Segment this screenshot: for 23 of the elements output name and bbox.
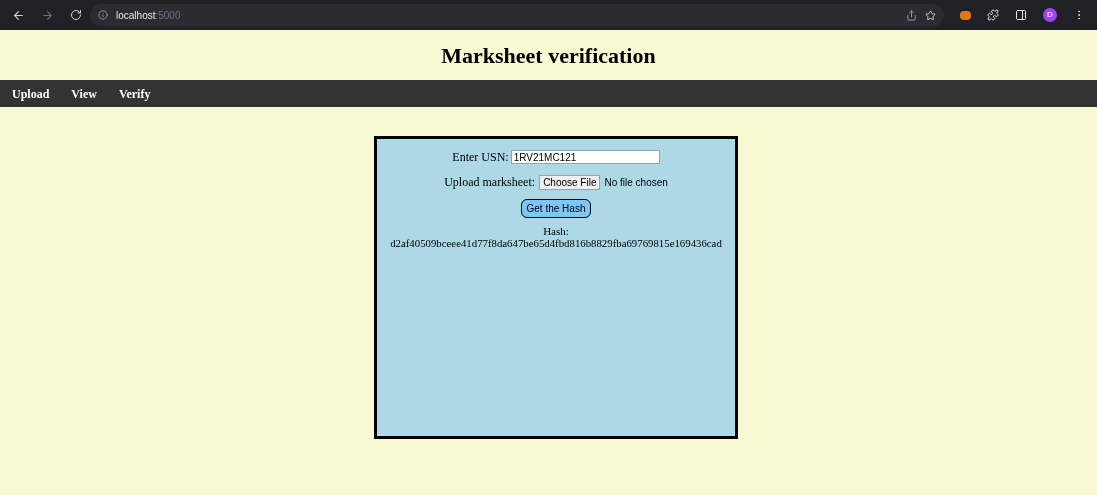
url-text: localhost:5000 [116, 8, 181, 23]
bookmark-icon[interactable] [925, 9, 936, 21]
upload-label: Upload marksheet: [444, 174, 536, 191]
back-icon[interactable] [12, 8, 25, 22]
hash-label: Hash: [543, 226, 569, 237]
share-icon[interactable] [906, 9, 917, 21]
extensions-icon[interactable] [987, 9, 999, 21]
forward-icon[interactable] [41, 8, 54, 22]
reload-icon[interactable] [70, 9, 82, 21]
nav-link[interactable]: View [71, 84, 97, 103]
nav-link[interactable]: Upload [12, 84, 50, 103]
info-icon[interactable] [98, 10, 108, 20]
hash-value: d2af40509bceee41d77f8da647be65d4fbd816b8829fba69769815e169436cad [390, 237, 722, 249]
page-title: Marksheet verification [440, 42, 657, 70]
profile-avatar[interactable]: D [1043, 8, 1057, 22]
file-status: No file chosen [604, 175, 668, 190]
usn-field[interactable]: 1RV21MC121 [510, 150, 660, 164]
usn-label: Enter USN: [452, 149, 509, 166]
side-panel-icon[interactable] [1015, 9, 1027, 21]
nav-link[interactable]: Verify [118, 84, 151, 103]
get-hash-button[interactable]: Get the Hash [520, 199, 592, 218]
choose-file-button[interactable]: Choose File [539, 174, 601, 190]
address-bar[interactable]: localhost:5000 [90, 4, 944, 26]
